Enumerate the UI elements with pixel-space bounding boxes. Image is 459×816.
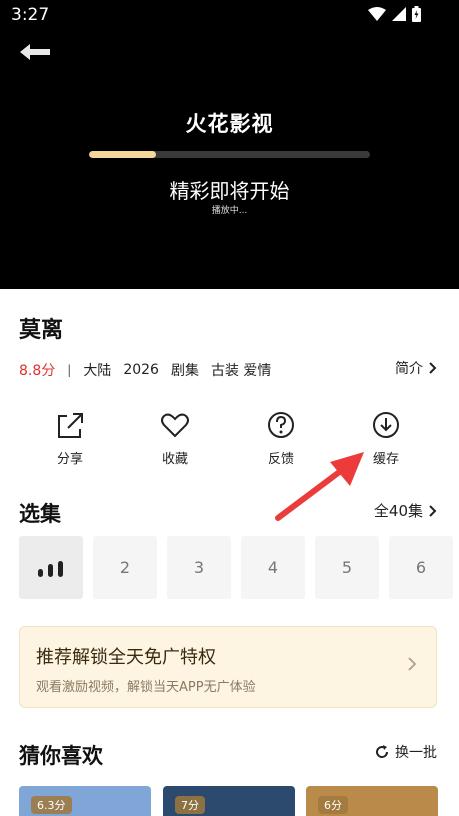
loading-progress-bar <box>89 151 370 158</box>
episode-item[interactable]: 3 <box>167 536 231 599</box>
episode-item[interactable]: 4 <box>241 536 305 599</box>
ad-free-promo[interactable]: 推荐解锁全天免广特权 观看激励视频，解锁当天APP无广体验 <box>19 626 437 708</box>
favorite-button[interactable]: 收藏 <box>135 410 215 467</box>
promo-subtitle: 观看激励视频，解锁当天APP无广体验 <box>36 680 256 695</box>
recommend-item[interactable]: 6.3分 <box>19 786 151 816</box>
show-year: 2026 <box>123 362 159 378</box>
player-message: 精彩即将开始 <box>169 179 290 203</box>
player-brand: 火花影视 <box>185 112 274 136</box>
show-tags: 古装 爱情 <box>210 363 272 379</box>
recommend-title: 猜你喜欢 <box>19 744 103 768</box>
promo-title: 推荐解锁全天免广特权 <box>36 647 216 668</box>
refresh-button[interactable]: 换一批 <box>375 742 437 762</box>
recommend-item[interactable]: 6分 <box>306 786 438 816</box>
refresh-icon <box>376 745 389 758</box>
player-sub-message: 播放中... <box>211 206 248 216</box>
status-icons <box>368 6 421 22</box>
help-icon <box>268 412 294 438</box>
show-title: 莫离 <box>19 318 64 343</box>
all-episodes-button[interactable]: 全40集 <box>374 500 437 521</box>
show-region: 大陆 <box>83 363 112 379</box>
chevron-right-icon <box>408 657 416 671</box>
chevron-right-icon <box>429 362 437 374</box>
intro-button[interactable]: 简介 <box>395 358 437 378</box>
status-bar: 3:27 <box>0 0 459 31</box>
loading-progress-fill <box>89 151 157 158</box>
show-type: 剧集 <box>170 363 199 379</box>
refresh-label: 换一批 <box>395 745 437 761</box>
battery-icon <box>412 6 421 22</box>
video-player[interactable]: 火花影视 精彩即将开始 播放中... <box>0 31 459 289</box>
episode-list: 2 3 4 5 6 <box>19 536 459 599</box>
intro-label: 简介 <box>395 361 423 377</box>
episodes-title: 选集 <box>19 502 61 526</box>
rating-badge: 7分 <box>175 796 205 814</box>
annotation-arrow-icon <box>275 452 364 521</box>
episode-1-playing[interactable] <box>19 536 83 599</box>
status-time: 3:27 <box>11 5 50 25</box>
heart-icon <box>161 413 189 438</box>
playing-bars-icon <box>38 560 63 577</box>
all-episodes-label: 全40集 <box>373 502 423 520</box>
rating-badge: 6分 <box>318 796 348 814</box>
action-bar: 分享 收藏 反馈 缓存 <box>0 410 459 470</box>
episode-item[interactable]: 5 <box>315 536 379 599</box>
favorite-label: 收藏 <box>161 452 188 467</box>
episode-item[interactable]: 2 <box>93 536 157 599</box>
chevron-right-icon <box>429 504 437 517</box>
share-label: 分享 <box>56 452 83 467</box>
signal-icon <box>392 7 406 21</box>
recommend-item[interactable]: 7分 <box>163 786 295 816</box>
show-score: 8.8分 <box>19 363 56 379</box>
show-meta: 8.8分 | 大陆 2026 剧集 古装 爱情 <box>19 360 271 380</box>
share-icon <box>58 413 83 438</box>
download-icon <box>373 412 399 438</box>
back-arrow-icon[interactable] <box>18 41 52 63</box>
episode-item[interactable]: 6 <box>389 536 453 599</box>
share-button[interactable]: 分享 <box>30 410 110 467</box>
wifi-icon <box>368 7 386 21</box>
rating-badge: 6.3分 <box>31 796 72 814</box>
meta-separator: | <box>67 363 72 377</box>
